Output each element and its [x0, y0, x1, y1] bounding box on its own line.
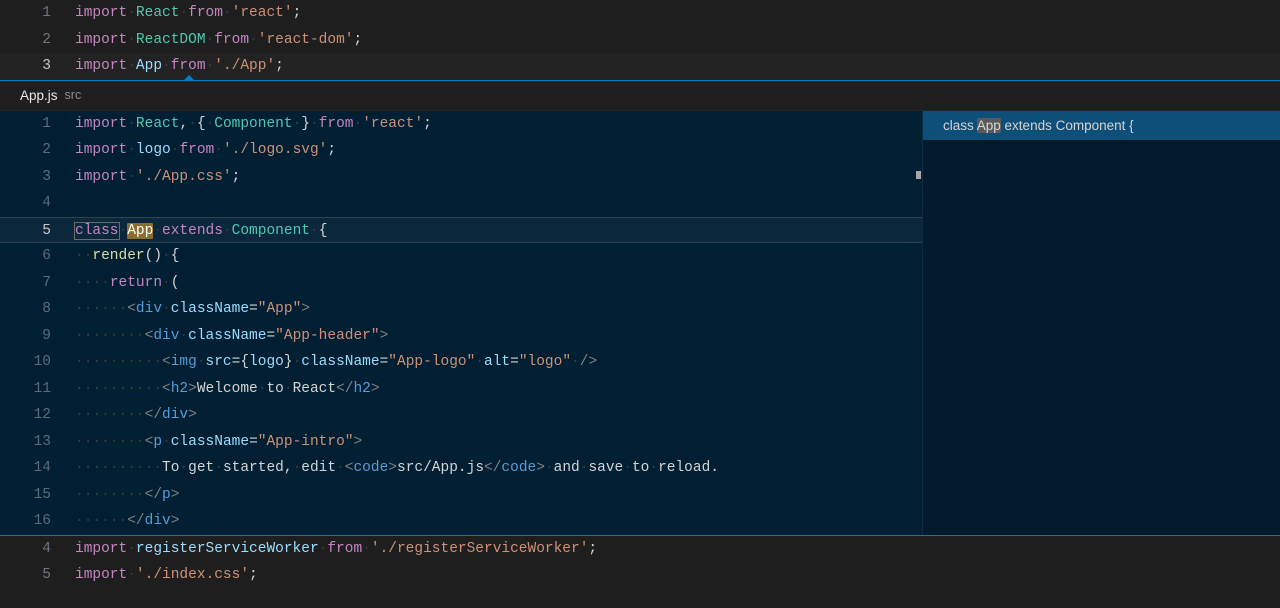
code-content[interactable]: ··········To·get·started,·edit·<code>src… — [75, 455, 719, 482]
peek-overview-ruler[interactable] — [909, 111, 923, 535]
code-line[interactable]: 2import·ReactDOM·from·'react-dom'; — [0, 27, 1280, 54]
line-number: 5 — [0, 562, 75, 589]
code-line[interactable]: 11··········<h2>Welcome·to·React</h2> — [0, 376, 922, 403]
line-number: 5 — [0, 218, 75, 243]
code-line[interactable]: 4import·registerServiceWorker·from·'./re… — [0, 536, 1280, 563]
code-content[interactable]: import·React,·{·Component·}·from·'react'… — [75, 111, 432, 138]
code-line[interactable]: 4 — [0, 190, 922, 217]
code-content[interactable]: import·'./index.css'; — [75, 562, 258, 589]
code-content[interactable]: ··render()·{ — [75, 243, 179, 270]
code-line[interactable]: 6··render()·{ — [0, 243, 922, 270]
code-line[interactable]: 9········<div·className="App-header"> — [0, 323, 922, 350]
line-number: 2 — [0, 27, 75, 54]
peek-definition-widget: App.js src 1import·React,·{·Component·}·… — [0, 80, 1280, 536]
peek-reference-item[interactable]: class App extends Component { — [923, 111, 1280, 140]
peek-pointer-caret — [183, 75, 195, 81]
code-content[interactable]: ········</div> — [75, 402, 197, 429]
code-line[interactable]: 1import·React·from·'react'; — [0, 0, 1280, 27]
peek-filepath: src — [65, 88, 82, 102]
code-content[interactable]: import·React·from·'react'; — [75, 0, 301, 27]
peek-filename[interactable]: App.js — [20, 88, 58, 103]
code-line[interactable]: 3import·'./App.css'; — [0, 164, 922, 191]
outer-editor-top[interactable]: 1import·React·from·'react';2import·React… — [0, 0, 1280, 80]
peek-body: 1import·React,·{·Component·}·from·'react… — [0, 111, 1280, 535]
code-content[interactable]: ········<div·className="App-header"> — [75, 323, 388, 350]
line-number: 10 — [0, 349, 75, 376]
code-content[interactable]: import·ReactDOM·from·'react-dom'; — [75, 27, 362, 54]
line-number: 3 — [0, 164, 75, 191]
code-line[interactable]: 5class·App·extends·Component·{ — [0, 217, 922, 244]
code-content[interactable]: import·logo·from·'./logo.svg'; — [75, 137, 336, 164]
line-number: 16 — [0, 508, 75, 535]
line-number: 6 — [0, 243, 75, 270]
code-line[interactable]: 16······</div> — [0, 508, 922, 535]
code-content[interactable]: ········<p·className="App-intro"> — [75, 429, 362, 456]
code-line[interactable]: 8······<div·className="App"> — [0, 296, 922, 323]
peek-editor[interactable]: 1import·React,·{·Component·}·from·'react… — [0, 111, 922, 535]
code-line[interactable]: 7····return·( — [0, 270, 922, 297]
code-line[interactable]: 1import·React,·{·Component·}·from·'react… — [0, 111, 922, 138]
line-number: 7 — [0, 270, 75, 297]
code-content[interactable]: ··········<h2>Welcome·to·React</h2> — [75, 376, 380, 403]
code-line[interactable]: 2import·logo·from·'./logo.svg'; — [0, 137, 922, 164]
code-content[interactable]: import·App·from·'./App'; — [75, 53, 284, 80]
code-line[interactable]: 15········</p> — [0, 482, 922, 509]
code-content[interactable]: ··········<img·src={logo}·className="App… — [75, 349, 597, 376]
line-number: 13 — [0, 429, 75, 456]
code-content[interactable]: ······</div> — [75, 508, 179, 535]
code-line[interactable]: 12········</div> — [0, 402, 922, 429]
line-number: 8 — [0, 296, 75, 323]
code-line[interactable]: 14··········To·get·started,·edit·<code>s… — [0, 455, 922, 482]
peek-references-list[interactable]: class App extends Component { — [922, 111, 1280, 535]
line-number: 11 — [0, 376, 75, 403]
code-line[interactable]: 13········<p·className="App-intro"> — [0, 429, 922, 456]
code-content[interactable]: ······<div·className="App"> — [75, 296, 310, 323]
line-number: 12 — [0, 402, 75, 429]
line-number: 14 — [0, 455, 75, 482]
line-number: 15 — [0, 482, 75, 509]
code-line[interactable]: 10··········<img·src={logo}·className="A… — [0, 349, 922, 376]
line-number: 4 — [0, 190, 75, 217]
overview-marker[interactable] — [916, 171, 921, 179]
line-number: 1 — [0, 111, 75, 138]
code-content[interactable]: ········</p> — [75, 482, 179, 509]
code-line[interactable]: 5import·'./index.css'; — [0, 562, 1280, 589]
code-content[interactable]: ····return·( — [75, 270, 179, 297]
line-number: 3 — [0, 53, 75, 80]
peek-header: App.js src — [0, 81, 1280, 111]
code-content[interactable]: import·registerServiceWorker·from·'./reg… — [75, 536, 597, 563]
line-number: 9 — [0, 323, 75, 350]
line-number: 1 — [0, 0, 75, 27]
outer-editor-bottom[interactable]: 4import·registerServiceWorker·from·'./re… — [0, 536, 1280, 589]
code-content[interactable]: import·'./App.css'; — [75, 164, 240, 191]
line-number: 2 — [0, 137, 75, 164]
line-number: 4 — [0, 536, 75, 563]
code-content[interactable]: class·App·extends·Component·{ — [75, 218, 327, 243]
